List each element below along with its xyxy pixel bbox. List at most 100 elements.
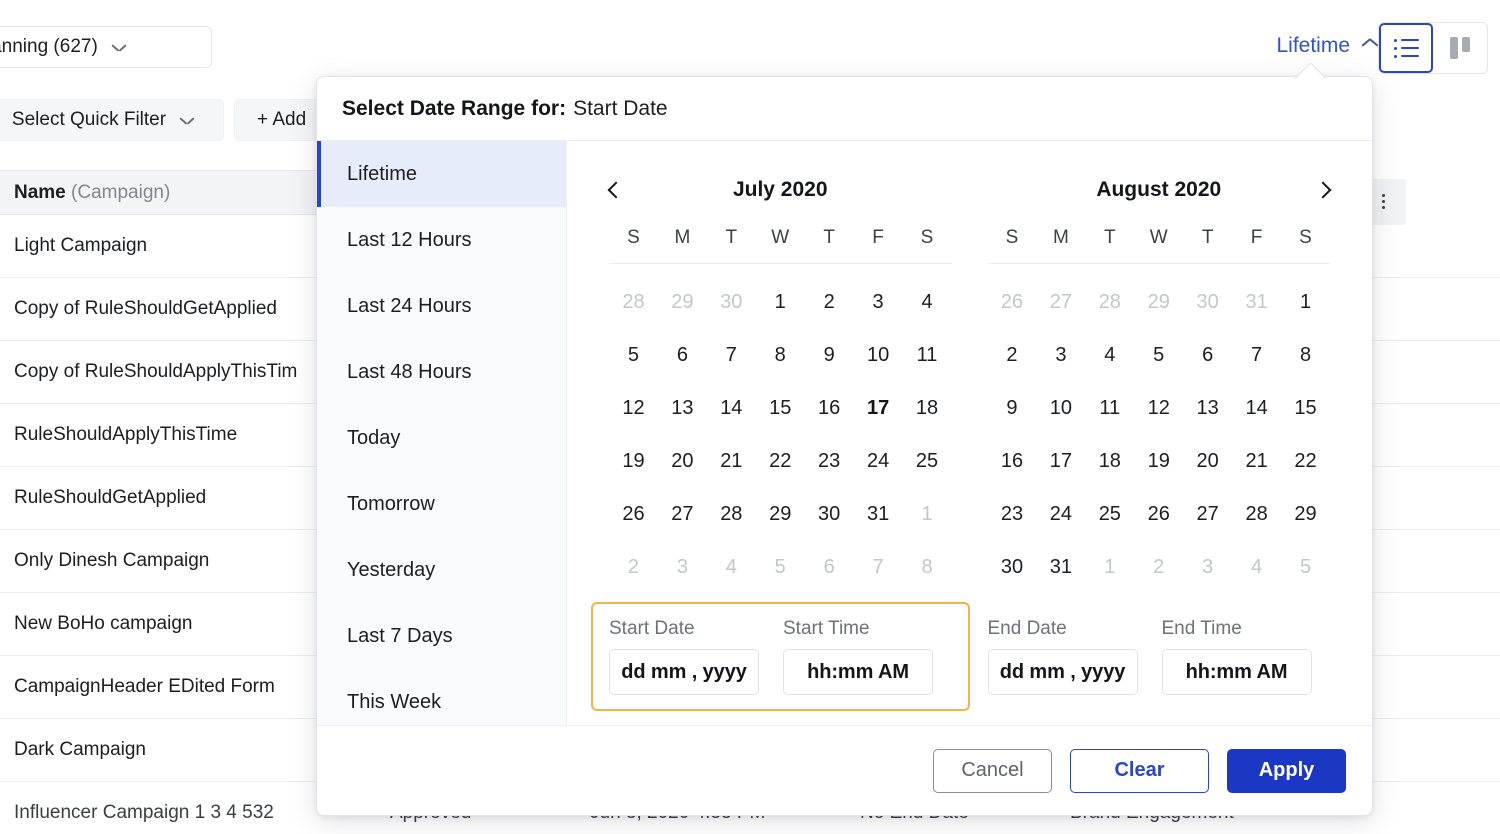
day-cell[interactable]: 13: [1183, 382, 1232, 435]
start-date-input[interactable]: dd mm , yyyy: [609, 649, 759, 695]
day-cell[interactable]: 3: [854, 276, 903, 329]
day-cell[interactable]: 10: [854, 329, 903, 382]
day-cell[interactable]: 3: [1036, 329, 1085, 382]
day-cell[interactable]: 29: [1281, 488, 1330, 541]
day-cell[interactable]: 22: [1281, 435, 1330, 488]
day-cell[interactable]: 30: [1183, 276, 1232, 329]
day-cell[interactable]: 9: [988, 382, 1037, 435]
lifetime-date-filter-toggle[interactable]: Lifetime: [1276, 34, 1378, 58]
day-cell[interactable]: 7: [1232, 329, 1281, 382]
day-cell[interactable]: 5: [1134, 329, 1183, 382]
quick-filter-dropdown[interactable]: Select Quick Filter: [0, 99, 224, 141]
day-cell[interactable]: 28: [707, 488, 756, 541]
day-cell[interactable]: 18: [1085, 435, 1134, 488]
day-cell[interactable]: 1: [1085, 541, 1134, 594]
previous-month-button[interactable]: [597, 173, 631, 207]
day-cell[interactable]: 28: [1232, 488, 1281, 541]
day-cell[interactable]: 17: [1036, 435, 1085, 488]
day-cell[interactable]: 2: [1134, 541, 1183, 594]
cancel-button[interactable]: Cancel: [933, 748, 1052, 793]
preset-item-today[interactable]: Today: [317, 405, 566, 471]
day-cell[interactable]: 30: [988, 541, 1037, 594]
day-cell[interactable]: 19: [609, 435, 658, 488]
day-cell[interactable]: 1: [903, 488, 952, 541]
day-cell[interactable]: 6: [805, 541, 854, 594]
preset-item-last-48-hours[interactable]: Last 48 Hours: [317, 339, 566, 405]
day-cell[interactable]: 12: [609, 382, 658, 435]
day-cell[interactable]: 24: [1036, 488, 1085, 541]
day-cell[interactable]: 14: [1232, 382, 1281, 435]
board-select-dropdown[interactable]: aign Planning (627): [0, 26, 212, 68]
day-cell[interactable]: 5: [609, 329, 658, 382]
day-cell[interactable]: 19: [1134, 435, 1183, 488]
day-cell[interactable]: 31: [854, 488, 903, 541]
day-cell[interactable]: 18: [903, 382, 952, 435]
day-cell[interactable]: 8: [903, 541, 952, 594]
day-cell[interactable]: 4: [707, 541, 756, 594]
start-time-input[interactable]: hh:mm AM: [783, 649, 933, 695]
day-cell[interactable]: 25: [903, 435, 952, 488]
end-time-input[interactable]: hh:mm AM: [1161, 649, 1312, 695]
day-cell[interactable]: 23: [988, 488, 1037, 541]
day-cell[interactable]: 30: [707, 276, 756, 329]
day-cell[interactable]: 26: [609, 488, 658, 541]
day-cell[interactable]: 15: [1281, 382, 1330, 435]
day-cell[interactable]: 5: [756, 541, 805, 594]
day-cell[interactable]: 28: [1085, 276, 1134, 329]
day-cell[interactable]: 16: [805, 382, 854, 435]
day-cell[interactable]: 14: [707, 382, 756, 435]
day-cell[interactable]: 2: [988, 329, 1037, 382]
day-cell[interactable]: 30: [805, 488, 854, 541]
day-cell[interactable]: 8: [1281, 329, 1330, 382]
day-cell[interactable]: 5: [1281, 541, 1330, 594]
day-cell[interactable]: 26: [988, 276, 1037, 329]
day-cell[interactable]: 6: [1183, 329, 1232, 382]
clear-button[interactable]: Clear: [1070, 748, 1209, 793]
day-cell[interactable]: 13: [658, 382, 707, 435]
end-date-input[interactable]: dd mm , yyyy: [987, 649, 1138, 695]
preset-item-last-24-hours[interactable]: Last 24 Hours: [317, 273, 566, 339]
day-cell[interactable]: 4: [903, 276, 952, 329]
day-cell[interactable]: 20: [658, 435, 707, 488]
day-cell[interactable]: 8: [756, 329, 805, 382]
day-cell[interactable]: 2: [609, 541, 658, 594]
day-cell[interactable]: 21: [1232, 435, 1281, 488]
apply-button[interactable]: Apply: [1227, 748, 1346, 793]
day-cell[interactable]: 4: [1232, 541, 1281, 594]
day-cell[interactable]: 11: [903, 329, 952, 382]
day-cell[interactable]: 23: [805, 435, 854, 488]
day-cell[interactable]: 27: [1183, 488, 1232, 541]
day-cell[interactable]: 31: [1232, 276, 1281, 329]
preset-item-last-12-hours[interactable]: Last 12 Hours: [317, 207, 566, 273]
day-cell[interactable]: 12: [1134, 382, 1183, 435]
day-cell[interactable]: 29: [756, 488, 805, 541]
day-cell[interactable]: 28: [609, 276, 658, 329]
day-cell[interactable]: 27: [1036, 276, 1085, 329]
day-cell[interactable]: 10: [1036, 382, 1085, 435]
day-cell[interactable]: 27: [658, 488, 707, 541]
day-cell[interactable]: 17: [854, 382, 903, 435]
day-cell[interactable]: 6: [658, 329, 707, 382]
board-view-button[interactable]: [1433, 23, 1487, 73]
day-cell[interactable]: 7: [707, 329, 756, 382]
day-cell[interactable]: 24: [854, 435, 903, 488]
preset-item-last-7-days[interactable]: Last 7 Days: [317, 603, 566, 669]
day-cell[interactable]: 9: [805, 329, 854, 382]
day-cell[interactable]: 3: [1183, 541, 1232, 594]
day-cell[interactable]: 20: [1183, 435, 1232, 488]
day-cell[interactable]: 26: [1134, 488, 1183, 541]
day-cell[interactable]: 1: [1281, 276, 1330, 329]
day-cell[interactable]: 7: [854, 541, 903, 594]
day-cell[interactable]: 21: [707, 435, 756, 488]
preset-item-yesterday[interactable]: Yesterday: [317, 537, 566, 603]
day-cell[interactable]: 22: [756, 435, 805, 488]
day-cell[interactable]: 15: [756, 382, 805, 435]
day-cell[interactable]: 11: [1085, 382, 1134, 435]
day-cell[interactable]: 29: [1134, 276, 1183, 329]
day-cell[interactable]: 25: [1085, 488, 1134, 541]
day-cell[interactable]: 1: [756, 276, 805, 329]
preset-item-tomorrow[interactable]: Tomorrow: [317, 471, 566, 537]
day-cell[interactable]: 16: [988, 435, 1037, 488]
day-cell[interactable]: 2: [805, 276, 854, 329]
day-cell[interactable]: 3: [658, 541, 707, 594]
